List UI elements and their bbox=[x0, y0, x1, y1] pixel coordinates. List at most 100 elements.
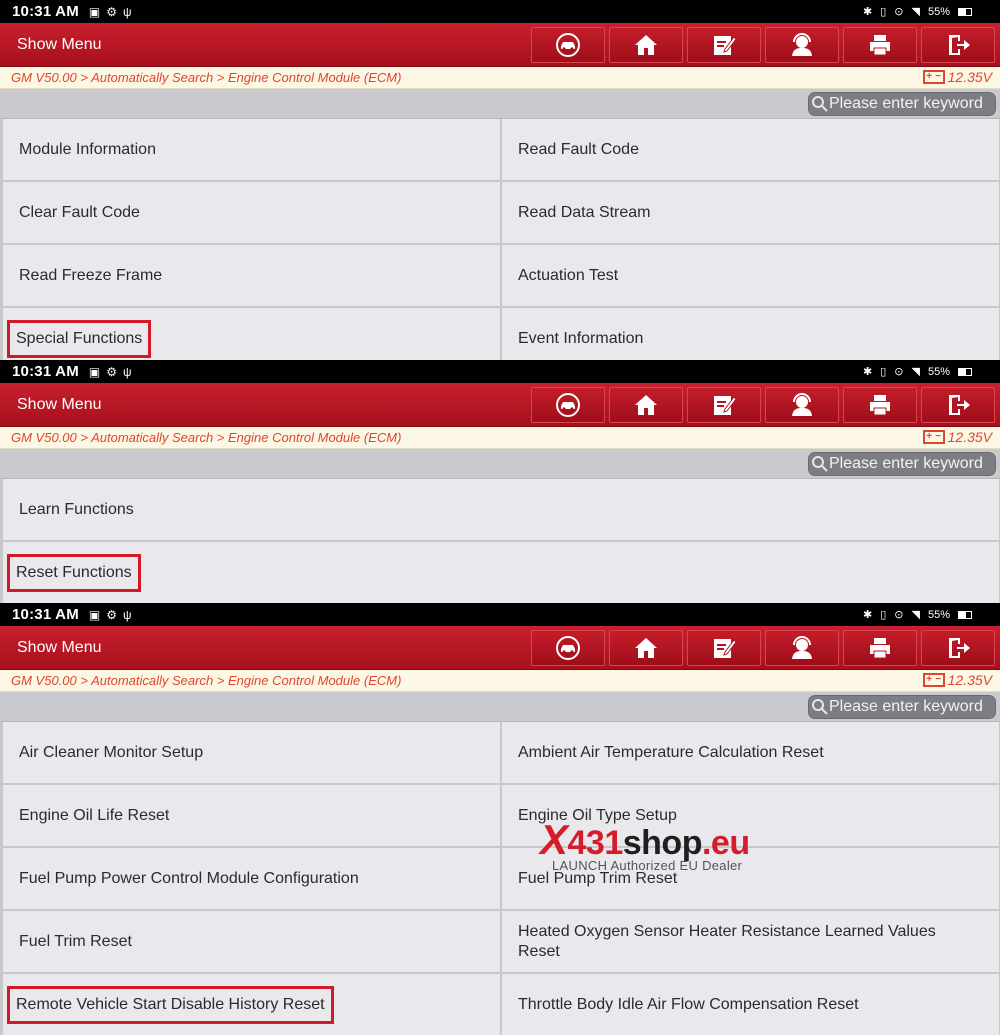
menu-item-read-data-stream[interactable]: Read Data Stream bbox=[502, 182, 999, 243]
search-bar bbox=[0, 692, 1000, 722]
menu-item-ambient-air-temperature-reset[interactable]: Ambient Air Temperature Calculation Rese… bbox=[502, 722, 999, 783]
search-bar bbox=[0, 89, 1000, 119]
menu-item-read-fault-code[interactable]: Read Fault Code bbox=[502, 119, 999, 180]
car-battery-icon: + − bbox=[922, 673, 945, 687]
report-button[interactable] bbox=[687, 27, 761, 63]
image-notification-icon: ▣ bbox=[88, 607, 101, 622]
menu-item-fuel-pump-trim-reset[interactable]: Fuel Pump Trim Reset bbox=[502, 848, 999, 909]
menu-item-read-freeze-frame[interactable]: Read Freeze Frame bbox=[3, 245, 500, 306]
report-button[interactable] bbox=[687, 630, 761, 666]
menu-item-throttle-body-idle-reset[interactable]: Throttle Body Idle Air Flow Compensation… bbox=[502, 974, 999, 1035]
screen-reset-functions: 10:31 AM ▣ ⚙ ψ ✱ ▯ ⊙ ◥ 55% Show Menu GM … bbox=[0, 603, 1000, 1035]
breadcrumb: GM V50.00 > Automatically Search > Engin… bbox=[0, 67, 1000, 89]
settings-notification-icon: ⚙ bbox=[106, 4, 118, 19]
print-icon bbox=[870, 395, 890, 416]
menu-item-learn-functions[interactable]: Learn Functions bbox=[3, 479, 999, 540]
menu-item-reset-functions[interactable]: Reset Functions bbox=[3, 542, 999, 603]
battery-percent: 55% bbox=[927, 5, 950, 18]
location-icon: ⊙ bbox=[894, 609, 904, 621]
support-button[interactable] bbox=[765, 27, 839, 63]
status-time: 10:31 AM bbox=[12, 3, 79, 20]
vehicle-icon bbox=[556, 636, 580, 660]
settings-notification-icon: ⚙ bbox=[106, 364, 118, 379]
menu-item-engine-oil-life-reset[interactable]: Engine Oil Life Reset bbox=[3, 785, 500, 846]
vehicle-button[interactable] bbox=[531, 630, 605, 666]
show-menu-button[interactable]: Show Menu bbox=[17, 396, 102, 414]
usb-notification-icon: ψ bbox=[123, 364, 132, 379]
voltage-value: 12.35V bbox=[947, 69, 992, 85]
exit-button[interactable] bbox=[921, 27, 995, 63]
location-icon: ⊙ bbox=[894, 366, 904, 378]
menu-item-label: Actuation Test bbox=[518, 266, 619, 284]
vehicle-button[interactable] bbox=[531, 27, 605, 63]
menu-item-label: Engine Oil Life Reset bbox=[19, 806, 170, 824]
search-input[interactable] bbox=[829, 698, 997, 716]
menu-item-label: Clear Fault Code bbox=[19, 203, 140, 221]
menu-item-clear-fault-code[interactable]: Clear Fault Code bbox=[3, 182, 500, 243]
menu-item-remote-vehicle-start-reset[interactable]: Remote Vehicle Start Disable History Res… bbox=[3, 974, 500, 1035]
breadcrumb-path: GM V50.00 > Automatically Search > Engin… bbox=[11, 673, 402, 688]
vehicle-icon bbox=[556, 33, 580, 57]
toolbar bbox=[531, 630, 995, 666]
menu-item-special-functions[interactable]: Special Functions bbox=[3, 308, 500, 360]
menu-item-label: Read Freeze Frame bbox=[19, 266, 163, 284]
home-icon bbox=[635, 35, 657, 55]
status-bar: 10:31 AM ▣ ⚙ ψ ✱ ▯ ⊙ ◥ 55% bbox=[0, 0, 1000, 23]
menu-grid: Air Cleaner Monitor Setup Ambient Air Te… bbox=[0, 722, 1000, 1035]
voltage-value: 12.35V bbox=[947, 672, 992, 688]
battery-percent: 55% bbox=[927, 608, 950, 621]
menu-item-heated-oxygen-sensor-reset[interactable]: Heated Oxygen Sensor Heater Resistance L… bbox=[502, 911, 999, 972]
menu-item-label: Fuel Trim Reset bbox=[19, 932, 132, 950]
print-button[interactable] bbox=[843, 27, 917, 63]
report-button[interactable] bbox=[687, 387, 761, 423]
search-box[interactable] bbox=[808, 92, 997, 116]
status-notification-icons: ▣ ⚙ ψ bbox=[89, 366, 132, 378]
exit-button[interactable] bbox=[921, 387, 995, 423]
menu-item-actuation-test[interactable]: Actuation Test bbox=[502, 245, 999, 306]
menu-item-module-information[interactable]: Module Information bbox=[3, 119, 500, 180]
menu-item-label: Throttle Body Idle Air Flow Compensation… bbox=[518, 995, 859, 1013]
print-button[interactable] bbox=[843, 387, 917, 423]
home-button[interactable] bbox=[609, 27, 683, 63]
status-right: ✱ ▯ ⊙ ◥ 55% bbox=[863, 603, 972, 626]
status-notification-icons: ▣ ⚙ ψ bbox=[89, 609, 132, 621]
support-button[interactable] bbox=[765, 630, 839, 666]
exit-icon bbox=[949, 638, 970, 658]
menu-item-fuel-trim-reset[interactable]: Fuel Trim Reset bbox=[3, 911, 500, 972]
search-input[interactable] bbox=[829, 95, 997, 113]
support-icon bbox=[792, 33, 812, 56]
print-icon bbox=[870, 638, 890, 659]
screen-main-menu: 10:31 AM ▣ ⚙ ψ ✱ ▯ ⊙ ◥ 55% Show Menu GM … bbox=[0, 0, 1000, 360]
bluetooth-icon: ✱ bbox=[863, 366, 873, 378]
home-button[interactable] bbox=[609, 630, 683, 666]
menu-item-fuel-pump-power-control-config[interactable]: Fuel Pump Power Control Module Configura… bbox=[3, 848, 500, 909]
menu-item-event-information[interactable]: Event Information bbox=[502, 308, 999, 360]
search-box[interactable] bbox=[808, 695, 997, 719]
menu-item-engine-oil-type-setup[interactable]: Engine Oil Type Setup bbox=[502, 785, 999, 846]
vehicle-button[interactable] bbox=[531, 387, 605, 423]
car-battery-icon: + − bbox=[922, 430, 945, 444]
exit-button[interactable] bbox=[921, 630, 995, 666]
search-box[interactable] bbox=[808, 452, 997, 476]
menu-item-label: Ambient Air Temperature Calculation Rese… bbox=[518, 743, 824, 761]
print-button[interactable] bbox=[843, 630, 917, 666]
menu-item-label: Fuel Pump Trim Reset bbox=[518, 869, 678, 887]
breadcrumb: GM V50.00 > Automatically Search > Engin… bbox=[0, 670, 1000, 692]
usb-notification-icon: ψ bbox=[123, 4, 132, 19]
show-menu-button[interactable]: Show Menu bbox=[17, 639, 102, 657]
print-icon bbox=[870, 35, 890, 56]
status-right: ✱ ▯ ⊙ ◥ 55% bbox=[863, 360, 972, 383]
search-input[interactable] bbox=[829, 455, 997, 473]
home-button[interactable] bbox=[609, 387, 683, 423]
title-bar: Show Menu bbox=[0, 23, 1000, 67]
edit-report-icon bbox=[714, 396, 737, 415]
home-icon bbox=[635, 638, 657, 658]
vibrate-icon: ▯ bbox=[880, 6, 887, 18]
support-icon bbox=[792, 636, 812, 659]
support-button[interactable] bbox=[765, 387, 839, 423]
show-menu-button[interactable]: Show Menu bbox=[17, 36, 102, 54]
status-right: ✱ ▯ ⊙ ◥ 55% bbox=[863, 0, 972, 23]
menu-item-air-cleaner-monitor-setup[interactable]: Air Cleaner Monitor Setup bbox=[3, 722, 500, 783]
battery-icon bbox=[958, 610, 972, 619]
usb-notification-icon: ψ bbox=[123, 607, 132, 622]
